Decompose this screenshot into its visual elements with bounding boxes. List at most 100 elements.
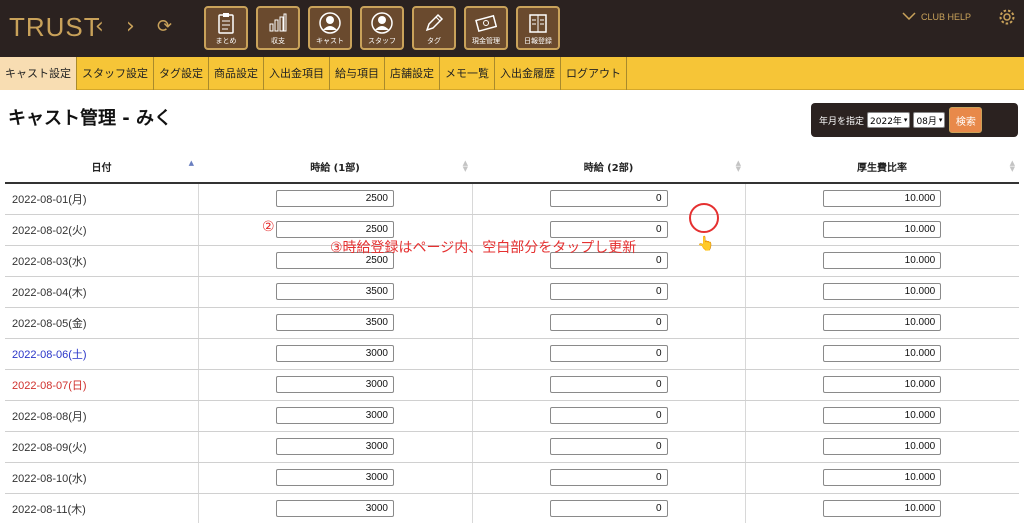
rate-1-input[interactable]: 3000 — [276, 438, 394, 455]
welfare-ratio-input[interactable]: 10.000 — [823, 500, 942, 517]
date-cell: 2022-08-11(木) — [5, 493, 199, 523]
sort-icon: ▲ ▼ — [1009, 159, 1015, 173]
column-header-rate-1[interactable]: 時給 (1部) ▲ ▼ — [198, 150, 472, 184]
menu-item-salary-items[interactable]: 給与項目 — [330, 57, 385, 90]
nav-button-label: 現金管理 — [472, 37, 500, 45]
rate-2-input[interactable]: 0 — [549, 345, 668, 362]
nav-button-daily-report[interactable]: 日報登録 — [516, 6, 560, 50]
sort-ascending-icon: ▲ — [188, 159, 194, 167]
column-header-label: 時給 (2部) — [583, 162, 634, 174]
welfare-ratio-input[interactable]: 10.000 — [823, 252, 942, 269]
main-nav: まとめ 収支 キャスト スタッフ タグ 現金管理 日報登録 — [204, 6, 560, 50]
date-cell: 2022-08-03(水) — [5, 245, 199, 277]
annotation-step-number: ② — [262, 219, 275, 235]
clipboard-icon — [214, 10, 238, 36]
back-icon[interactable]: ‹ — [95, 14, 104, 40]
table-row: 2022-08-11(木) 3000 0 10.000 — [5, 493, 1019, 523]
gear-icon[interactable] — [998, 8, 1016, 26]
rate-1-input[interactable]: 3500 — [276, 283, 394, 300]
table-row: 2022-08-09(火) 3000 0 10.000 — [5, 431, 1019, 463]
column-header-label: 厚生費比率 — [857, 162, 907, 174]
nav-button-cast[interactable]: キャスト — [308, 6, 352, 50]
rate-2-input[interactable]: 0 — [549, 283, 668, 300]
date-cell: 2022-08-04(木) — [5, 276, 199, 308]
menu-item-cashflow-items[interactable]: 入出金項目 — [264, 57, 330, 90]
rate-2-input[interactable]: 0 — [549, 221, 668, 238]
rate-1-input[interactable]: 2500 — [276, 221, 394, 238]
column-header-label: 時給 (1部) — [310, 162, 360, 174]
menu-item-memo-list[interactable]: メモ一覧 — [440, 57, 495, 90]
menu-item-cast-settings[interactable]: キャスト設定 — [0, 57, 77, 90]
rate-1-input[interactable]: 3000 — [276, 376, 394, 393]
year-value: 2022年 — [870, 116, 902, 127]
nav-button-balance[interactable]: 収支 — [256, 6, 300, 50]
month-filter: 年月を指定 2022年 ▾ 08月 ▾ 検索 — [811, 103, 1018, 137]
welfare-ratio-input[interactable]: 10.000 — [823, 438, 942, 455]
sort-icon: ▲ ▼ — [462, 159, 468, 173]
date-cell: 2022-08-08(月) — [5, 400, 199, 432]
menu-item-tag-settings[interactable]: タグ設定 — [154, 57, 209, 90]
table-row: 2022-08-06(土) 3000 0 10.000 — [5, 338, 1019, 370]
nav-button-label: スタッフ — [368, 37, 396, 45]
chevron-down-icon: ▾ — [938, 116, 943, 124]
rate-2-input[interactable]: 0 — [549, 407, 668, 424]
welfare-ratio-input[interactable]: 10.000 — [823, 190, 942, 208]
nav-button-label: 収支 — [271, 37, 285, 45]
column-header-date[interactable]: 日付 ▲ — [5, 150, 198, 184]
date-cell: 2022-08-10(水) — [5, 462, 199, 494]
rate-2-input[interactable]: 0 — [549, 376, 668, 393]
search-button[interactable]: 検索 — [949, 107, 983, 133]
table-header-row: 日付 ▲ 時給 (1部) ▲ ▼ 時給 (2部) ▲ ▼ 厚生費比率 ▲ ▼ — [5, 150, 1019, 184]
nav-button-label: 日報登録 — [524, 37, 552, 45]
nav-button-staff[interactable]: スタッフ — [360, 6, 404, 50]
table-row: 2022-08-04(木) 3500 0 10.000 — [5, 276, 1019, 308]
rate-1-input[interactable]: 3500 — [276, 314, 394, 331]
welfare-ratio-input[interactable]: 10.000 — [823, 407, 942, 424]
rate-2-input[interactable]: 0 — [549, 438, 668, 455]
nav-button-cash[interactable]: 現金管理 — [464, 6, 508, 50]
rate-1-input[interactable]: 3000 — [276, 407, 394, 424]
chevron-down-icon: ▾ — [903, 116, 908, 124]
column-header-welfare-ratio[interactable]: 厚生費比率 ▲ ▼ — [745, 150, 1019, 184]
welfare-ratio-input[interactable]: 10.000 — [823, 376, 942, 393]
reload-icon[interactable]: ⟳ — [157, 14, 172, 40]
menu-item-staff-settings[interactable]: スタッフ設定 — [77, 57, 154, 90]
welfare-ratio-input[interactable]: 10.000 — [823, 283, 942, 300]
month-select[interactable]: 08月 ▾ — [913, 112, 946, 128]
column-header-rate-2[interactable]: 時給 (2部) ▲ ▼ — [472, 150, 745, 184]
month-value: 08月 — [916, 116, 937, 127]
menu-item-store-settings[interactable]: 店舗設定 — [385, 57, 440, 90]
date-cell: 2022-08-02(火) — [5, 214, 199, 246]
nav-button-summary[interactable]: まとめ — [204, 6, 248, 50]
nav-button-tag[interactable]: タグ — [412, 6, 456, 50]
book-icon — [526, 10, 550, 36]
rate-2-input[interactable]: 0 — [549, 469, 668, 486]
rate-1-input[interactable]: 3000 — [276, 500, 394, 517]
menu-item-logout[interactable]: ログアウト — [561, 57, 627, 90]
rate-2-input[interactable]: 0 — [549, 190, 668, 208]
menu-item-cashflow-history[interactable]: 入出金履歴 — [495, 57, 561, 90]
rate-1-input[interactable]: 2500 — [276, 190, 394, 208]
welfare-ratio-input[interactable]: 10.000 — [823, 221, 942, 238]
date-cell: 2022-08-05(金) — [5, 307, 199, 339]
month-filter-label: 年月を指定 — [819, 116, 865, 127]
sort-icon: ▲ ▼ — [735, 159, 741, 173]
welfare-ratio-input[interactable]: 10.000 — [823, 469, 942, 486]
year-select[interactable]: 2022年 ▾ — [867, 112, 911, 128]
menu-item-product-settings[interactable]: 商品設定 — [209, 57, 264, 90]
welfare-ratio-input[interactable]: 10.000 — [823, 345, 942, 362]
bar-chart-icon — [266, 10, 290, 36]
welfare-ratio-input[interactable]: 10.000 — [823, 314, 942, 331]
annotation-tap-circle — [689, 203, 719, 233]
cash-icon — [474, 10, 498, 36]
nav-button-label: タグ — [427, 37, 441, 45]
club-help-link[interactable]: CLUB HELP — [902, 12, 971, 22]
forward-icon[interactable]: › — [126, 14, 135, 40]
rate-1-input[interactable]: 3000 — [276, 469, 394, 486]
rate-2-input[interactable]: 0 — [549, 500, 668, 517]
rate-2-input[interactable]: 0 — [549, 314, 668, 331]
annotation-instruction: ③時給登録はページ内、空白部分をタップし更新 — [330, 240, 637, 256]
rate-1-input[interactable]: 3000 — [276, 345, 394, 362]
top-bar: TRUST ‹ › ⟳ まとめ 収支 キャスト スタッフ タグ 現金管理 日報登… — [0, 0, 1024, 57]
table-row: 2022-08-07(日) 3000 0 10.000 — [5, 369, 1019, 401]
